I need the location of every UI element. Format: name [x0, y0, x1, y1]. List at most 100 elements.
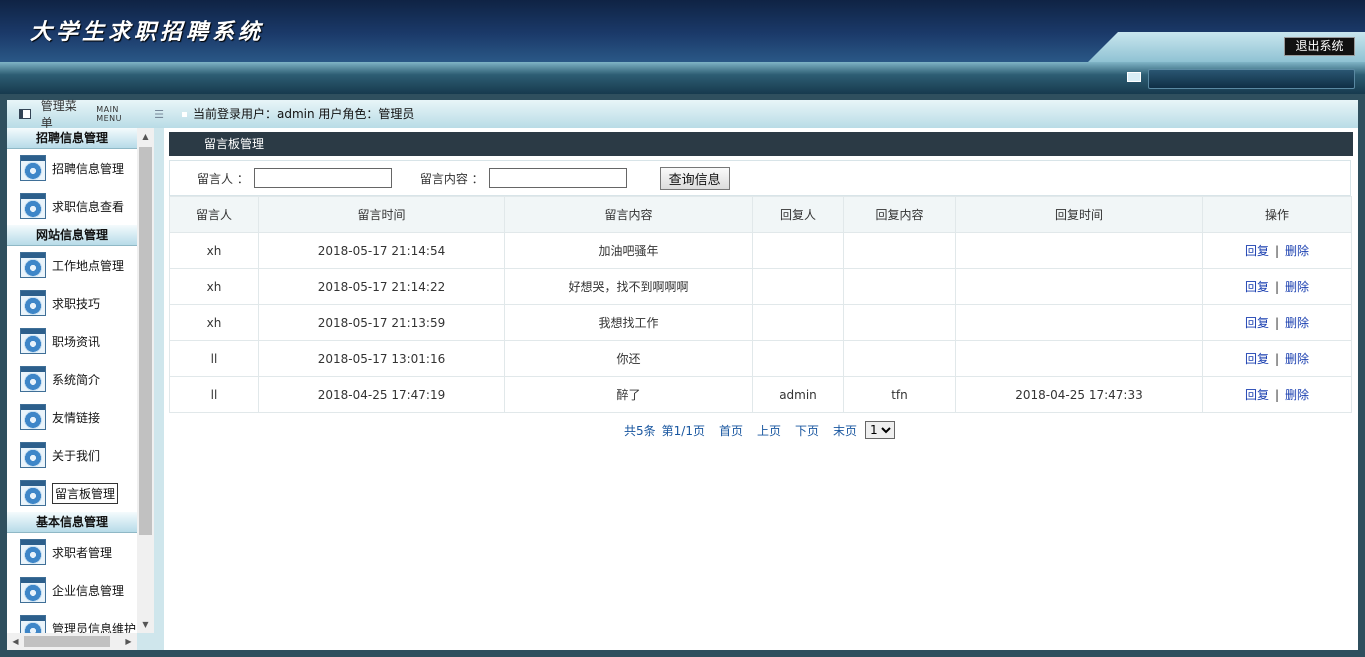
column-header: 回复时间 [955, 196, 1203, 233]
cell-time: 2018-05-17 21:13:59 [258, 304, 505, 341]
column-header: 留言时间 [258, 196, 505, 233]
page-select[interactable]: 1 [865, 421, 896, 439]
sidebar-item[interactable]: 求职技巧 [7, 284, 137, 322]
delete-link[interactable]: 删除 [1285, 352, 1309, 366]
cell-content: 你还 [504, 340, 753, 377]
logout-button[interactable]: 退出系统 [1284, 37, 1355, 56]
menu-subtitle: MAIN MENU [96, 105, 122, 123]
app-title: 大学生求职招聘系统 [30, 19, 265, 45]
cell-author: xh [169, 232, 259, 269]
pager-prev-link[interactable]: 上页 [757, 422, 781, 439]
cell-time: 2018-04-25 17:47:19 [258, 376, 505, 413]
scroll-thumb[interactable] [139, 147, 152, 535]
author-label: 留言人 ： [197, 171, 249, 186]
gear-icon [20, 539, 46, 565]
sidebar-vertical-scrollbar[interactable]: ▲ ▼ [137, 128, 154, 633]
sidebar-item-label: 友情链接 [52, 410, 101, 425]
sidebar-item[interactable]: 招聘信息管理 [7, 149, 137, 187]
gear-icon [20, 615, 46, 633]
table-row: xh 2018-05-17 21:14:54 加油吧骚年 回复 | 删除 [169, 232, 1352, 269]
sidebar-item[interactable]: 友情链接 [7, 398, 137, 436]
sidebar-group-header[interactable]: 网站信息管理 [7, 225, 137, 246]
cell-author: ll [169, 376, 259, 413]
sidebar-item[interactable]: 工作地点管理 [7, 246, 137, 284]
gear-icon [20, 328, 46, 354]
sidebar-item-label: 招聘信息管理 [52, 161, 125, 176]
sidebar-item-label: 关于我们 [52, 448, 101, 463]
delete-link[interactable]: 删除 [1285, 244, 1309, 258]
column-header: 留言内容 [504, 196, 753, 233]
gear-icon [20, 480, 46, 506]
messages-table: 留言人 留言时间 留言内容 回复人 回复内容 回复时间 操作 xh 2018-05-17 21… [169, 196, 1352, 413]
pager-page-info: 第1/1页 [661, 423, 705, 438]
reply-link[interactable]: 回复 [1245, 280, 1269, 294]
delete-link[interactable]: 删除 [1285, 280, 1309, 294]
reply-link[interactable]: 回复 [1245, 388, 1269, 402]
sidebar-item[interactable]: 管理员信息维护 [7, 609, 137, 633]
reply-link[interactable]: 回复 [1245, 316, 1269, 330]
table-row: ll 2018-05-17 13:01:16 你还 回复 | 删除 [169, 340, 1352, 377]
pager-last-link[interactable]: 末页 [833, 422, 857, 439]
sidebar-item-label: 求职者管理 [52, 545, 113, 560]
cell-time: 2018-05-17 21:14:54 [258, 232, 505, 269]
cell-actions: 回复 | 删除 [1202, 376, 1352, 413]
sidebar-item[interactable]: 职场资讯 [7, 322, 137, 360]
cell-reply-time [955, 304, 1203, 341]
sidebar-item[interactable]: 留言板管理 [7, 474, 137, 512]
pager-next-link[interactable]: 下页 [795, 422, 819, 439]
sidebar-item[interactable]: 关于我们 [7, 436, 137, 474]
sidebar-item-label: 留言板管理 [52, 482, 119, 504]
column-header: 回复内容 [843, 196, 956, 233]
menu-title: 管理菜单 [40, 99, 77, 130]
content-label: 留言内容 ： [419, 171, 484, 186]
cell-replier [752, 268, 844, 305]
gear-icon [20, 577, 46, 603]
sidebar-item-label: 企业信息管理 [52, 583, 125, 598]
table-row: xh 2018-05-17 21:14:22 好想哭，找不到啊啊啊 回复 | 删除 [169, 268, 1352, 305]
search-button[interactable]: 查询信息 [659, 166, 730, 190]
sidebar-item[interactable]: 企业信息管理 [7, 571, 137, 609]
cell-reply-time [955, 232, 1203, 269]
sidebar-item[interactable]: 求职信息查看 [7, 187, 137, 225]
pager-first-link[interactable]: 首页 [719, 422, 743, 439]
sidebar-item-label: 职场资讯 [52, 334, 101, 349]
sidebar-group-header[interactable]: 基本信息管理 [7, 512, 137, 533]
scroll-thumb-horizontal[interactable] [24, 636, 110, 647]
reply-link[interactable]: 回复 [1245, 244, 1269, 258]
sidebar-group-header[interactable]: 招聘信息管理 [7, 128, 137, 149]
reply-link[interactable]: 回复 [1245, 352, 1269, 366]
sidebar-item[interactable]: 系统简介 [7, 360, 137, 398]
sidebar-item-label: 求职信息查看 [52, 199, 125, 214]
search-form: 留言人 ： 留言内容 ： 查询信息 [169, 160, 1351, 196]
cell-time: 2018-05-17 21:14:22 [258, 268, 505, 305]
delete-link[interactable]: 删除 [1285, 316, 1309, 330]
action-separator: | [1274, 244, 1280, 258]
scroll-left-icon[interactable]: ◀ [7, 633, 24, 650]
gear-icon [20, 404, 46, 430]
scroll-up-icon[interactable]: ▲ [137, 128, 154, 145]
bullet-icon [182, 112, 187, 117]
sidebar-item[interactable]: 求职者管理 [7, 533, 137, 571]
cell-time: 2018-05-17 13:01:16 [258, 340, 505, 377]
cell-reply-time [955, 268, 1203, 305]
column-header: 回复人 [752, 196, 844, 233]
cell-author: xh [169, 304, 259, 341]
login-info: 当前登录用户：admin 用户角色：管理员 [182, 100, 414, 128]
cell-reply [843, 340, 956, 377]
scroll-right-icon[interactable]: ▶ [120, 633, 137, 650]
scroll-down-icon[interactable]: ▼ [137, 616, 154, 633]
cell-actions: 回复 | 删除 [1202, 340, 1352, 377]
cell-reply [843, 268, 956, 305]
menu-header: 管理菜单 MAIN MENU ☰ [7, 99, 164, 130]
content-input[interactable] [488, 168, 627, 188]
action-separator: | [1274, 388, 1280, 402]
menu-lines-icon: ☰ [154, 107, 164, 121]
pagination: 共5条 第1/1页 首页 上页 下页 末页 1 [624, 420, 896, 440]
cell-reply: tfn [843, 376, 956, 413]
action-separator: | [1274, 352, 1280, 366]
cell-author: xh [169, 268, 259, 305]
delete-link[interactable]: 删除 [1285, 388, 1309, 402]
sidebar-horizontal-scrollbar[interactable]: ◀ ▶ [7, 633, 137, 650]
cell-actions: 回复 | 删除 [1202, 268, 1352, 305]
author-input[interactable] [253, 168, 392, 188]
